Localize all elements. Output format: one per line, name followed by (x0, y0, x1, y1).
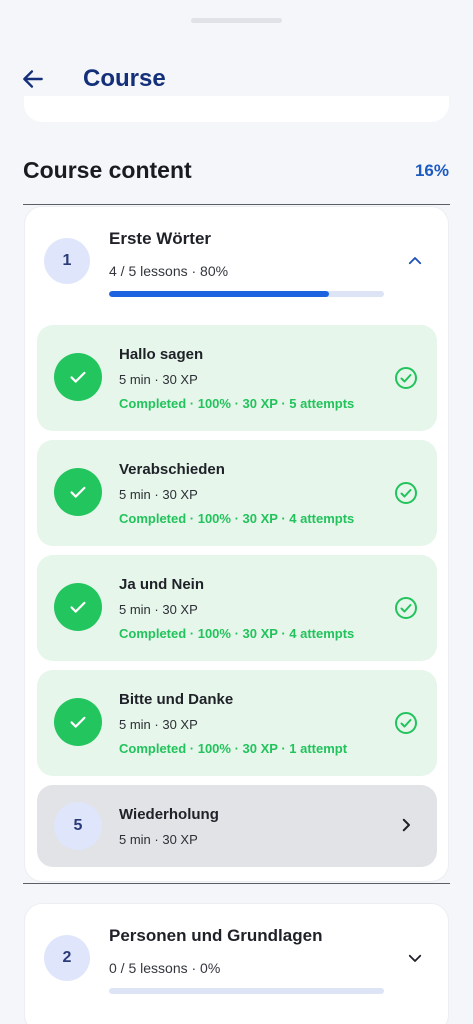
check-icon (70, 601, 86, 613)
sheet-drag-handle[interactable] (191, 18, 282, 23)
lesson-title: Verabschieden (119, 461, 225, 478)
section-title: Course content (23, 157, 192, 183)
module-progress-bar (109, 988, 384, 994)
lesson-title: Hallo sagen (119, 346, 204, 363)
module-progress-fill (109, 291, 329, 297)
module-lesson-summary: 0 / 5 lessons · 0% (109, 960, 221, 976)
module-lesson-summary: 4 / 5 lessons · 80% (109, 263, 229, 279)
check-circle-icon (395, 367, 417, 389)
lesson-meta: 5 min · 30 XP (119, 372, 198, 387)
top-app-bar: Course (0, 60, 473, 100)
lesson-item[interactable]: Ja und Nein 5 min · 30 XP Completed · 10… (37, 555, 437, 661)
lesson-item-next[interactable]: 5 Wiederholung 5 min · 30 XP (37, 785, 437, 867)
module-card-2: 2 Personen und Grundlagen 0 / 5 lessons … (24, 903, 449, 1024)
lesson-title: Ja und Nein (119, 576, 205, 593)
course-summary-card (24, 96, 449, 122)
check-circle-icon (395, 482, 417, 504)
lesson-meta: 5 min · 30 XP (119, 602, 198, 617)
lesson-complete-badge (54, 583, 102, 631)
lesson-title: Wiederholung (119, 806, 219, 823)
lesson-meta: 5 min · 30 XP (119, 717, 198, 732)
module-title[interactable]: Personen und Grundlagen (109, 926, 322, 946)
check-icon (70, 716, 86, 728)
module-number-badge: 2 (44, 935, 90, 981)
lesson-number-badge: 5 (54, 802, 102, 850)
page-title: Course (83, 65, 166, 92)
lesson-status: Completed · 100% · 30 XP · 4 attempts (119, 511, 355, 526)
check-circle-icon (395, 597, 417, 619)
module-card-1: 1 Erste Wörter 4 / 5 lessons · 80% Hallo… (24, 206, 449, 882)
lesson-complete-badge (54, 353, 102, 401)
check-icon (70, 486, 86, 498)
module-number-badge: 1 (44, 238, 90, 284)
check-circle-icon (395, 712, 417, 734)
chevron-right-icon (402, 818, 410, 832)
divider (23, 204, 450, 205)
lesson-complete-badge (54, 698, 102, 746)
lesson-item[interactable]: Bitte und Danke 5 min · 30 XP Completed … (37, 670, 437, 776)
module-progress-bar (109, 291, 384, 297)
module-title[interactable]: Erste Wörter (109, 229, 211, 249)
check-icon (70, 371, 86, 383)
divider (23, 883, 450, 884)
chevron-down-icon[interactable] (406, 949, 424, 967)
back-arrow-icon[interactable] (20, 66, 46, 92)
lesson-item[interactable]: Verabschieden 5 min · 30 XP Completed · … (37, 440, 437, 546)
lesson-status: Completed · 100% · 30 XP · 1 attempt (119, 741, 348, 756)
chevron-up-icon[interactable] (406, 252, 424, 270)
lesson-status: Completed · 100% · 30 XP · 5 attempts (119, 396, 355, 411)
course-progress-percent: 16% (414, 161, 449, 180)
lesson-status: Completed · 100% · 30 XP · 4 attempts (119, 626, 355, 641)
lesson-item[interactable]: Hallo sagen 5 min · 30 XP Completed · 10… (37, 325, 437, 431)
lesson-title: Bitte und Danke (119, 691, 234, 708)
lesson-meta: 5 min · 30 XP (119, 832, 198, 847)
lesson-complete-badge (54, 468, 102, 516)
lesson-meta: 5 min · 30 XP (119, 487, 198, 502)
